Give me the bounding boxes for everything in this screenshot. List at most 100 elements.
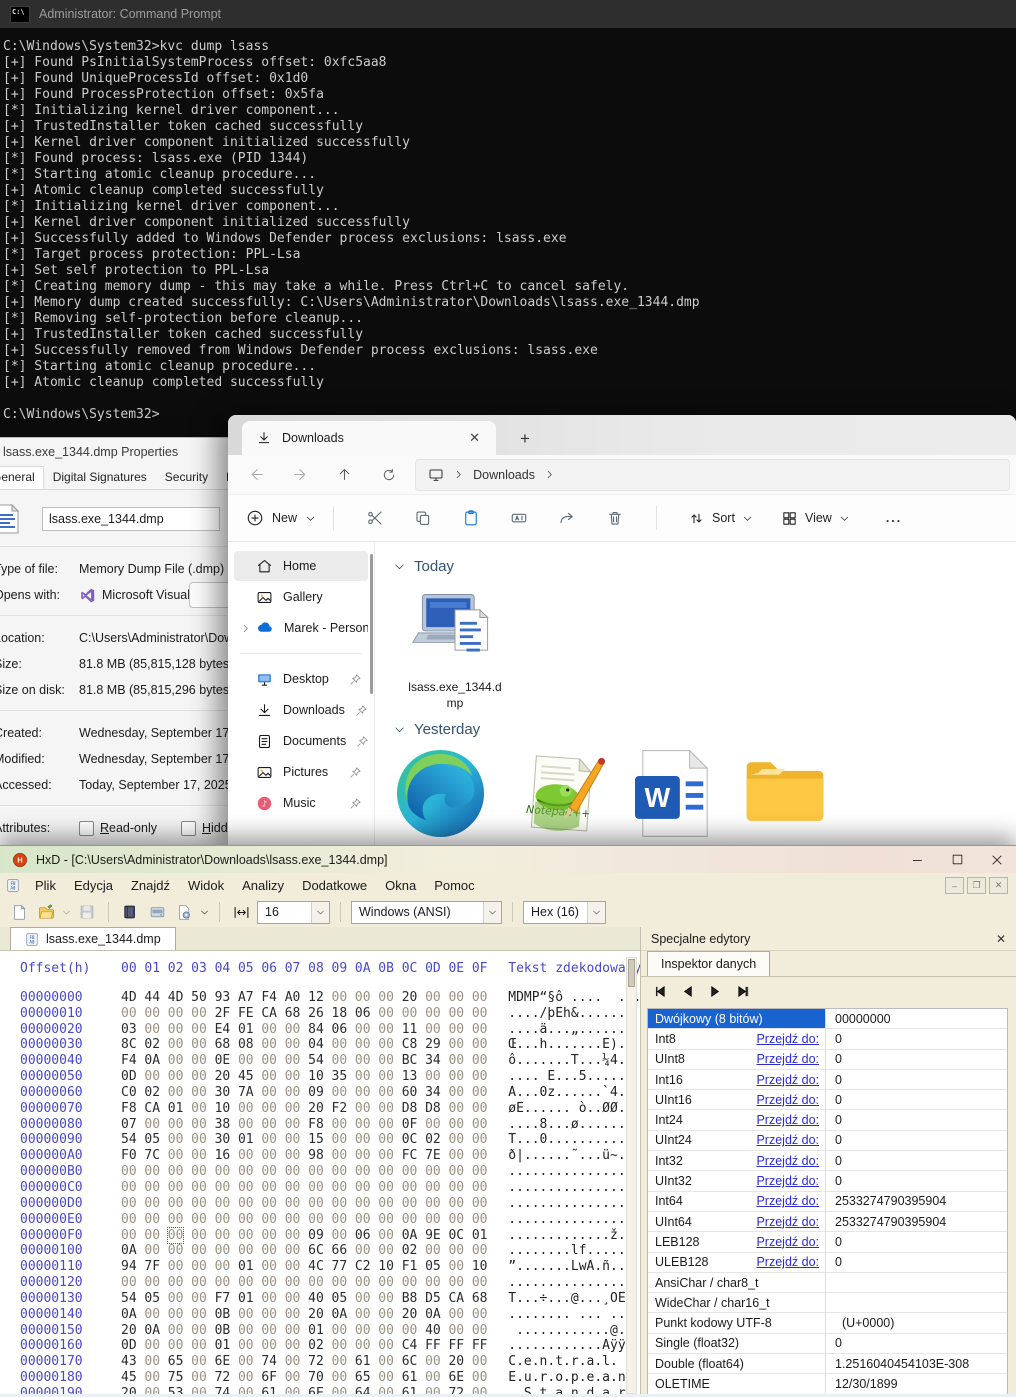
inspector-row-int32[interactable]: Int32Przejdź do:0 xyxy=(648,1151,1007,1171)
up-button[interactable] xyxy=(323,466,367,483)
inspector-value[interactable]: (U+0000) xyxy=(826,1316,894,1330)
hex-row-00000080[interactable]: 000000800700000038000000F80000000F000000… xyxy=(0,1117,640,1133)
menu-pomoc[interactable]: Pomoc xyxy=(425,875,483,896)
rename-button[interactable] xyxy=(495,509,543,527)
inspector-row-double-float64-[interactable]: Double (float64)1.2516040454103E-308 xyxy=(648,1354,1007,1374)
inspector-row-uint16[interactable]: UInt16Przejdź do:0 xyxy=(648,1090,1007,1110)
cut-button[interactable] xyxy=(351,509,399,527)
inspector-row-uint32[interactable]: UInt32Przejdź do:0 xyxy=(648,1171,1007,1191)
open-file-button[interactable] xyxy=(35,904,57,921)
sort-button[interactable]: Sort xyxy=(688,510,753,527)
goto-link[interactable]: Przejdź do: xyxy=(756,1113,825,1127)
inspector-row-dw-jkowy-8-bit-w-[interactable]: Dwójkowy (8 bitów)00000000 xyxy=(648,1009,1007,1029)
explorer-tab-downloads[interactable]: Downloads ✕ xyxy=(242,421,496,455)
hex-row-00000090[interactable]: 000000905405000030010000150000000C020000… xyxy=(0,1132,640,1148)
menu-edycja[interactable]: Edycja xyxy=(65,875,122,896)
book-button[interactable] xyxy=(119,904,141,920)
properties-tab-general[interactable]: General xyxy=(0,466,44,489)
hex-row-00000000[interactable]: 000000004D444D5093A7F4A01200000020000000… xyxy=(0,990,640,1006)
goto-link[interactable]: Przejdź do: xyxy=(756,1235,825,1249)
new-button[interactable]: New xyxy=(246,509,316,527)
hex-row-000000F0[interactable]: 000000F00000000000000000090006000A9E0C01… xyxy=(0,1228,640,1244)
hex-row-000000B0[interactable]: 000000B000000000000000000000000000000000… xyxy=(0,1164,640,1180)
prev-record-icon[interactable] xyxy=(681,985,694,998)
inspector-value[interactable]: 0 xyxy=(826,1073,842,1087)
inspector-value[interactable]: 0 xyxy=(826,1093,842,1107)
sidebar-item-marek-persona[interactable]: Marek - Persona xyxy=(234,613,368,643)
goto-link[interactable]: Przejdź do: xyxy=(756,1255,825,1269)
inspector-value[interactable]: 0 xyxy=(826,1052,842,1066)
menu-plik[interactable]: Plik xyxy=(26,875,65,896)
inspector-value[interactable]: 0 xyxy=(826,1336,842,1350)
close-icon[interactable] xyxy=(990,853,1004,867)
back-button[interactable] xyxy=(234,466,278,483)
inspector-value[interactable]: 0 xyxy=(826,1133,842,1147)
inspector-row-uint24[interactable]: UInt24Przejdź do:0 xyxy=(648,1131,1007,1151)
goto-link[interactable]: Przejdź do: xyxy=(756,1032,825,1046)
properties-tab-security[interactable]: Security xyxy=(156,466,217,489)
terminal-output[interactable]: C:\Windows\System32>kvc dump lsass[+] Fo… xyxy=(0,28,1016,423)
hex-row-00000050[interactable]: 000000500D000000204500001035000013000000… xyxy=(0,1069,640,1085)
file-word[interactable]: W xyxy=(635,746,713,841)
sidebar-item-gallery[interactable]: Gallery xyxy=(234,582,368,612)
dropdown-arrow-icon[interactable] xyxy=(200,908,209,917)
inspector-row-int64[interactable]: Int64Przejdź do:2533274790395904 xyxy=(648,1192,1007,1212)
encoding-select[interactable]: Windows (ANSI) xyxy=(351,901,502,924)
inspector-value[interactable]: 1.2516040454103E-308 xyxy=(826,1357,969,1371)
hex-row-000000A0[interactable]: 000000A0F07C00001600000098000000FC7E0000… xyxy=(0,1148,640,1164)
first-record-icon[interactable] xyxy=(653,985,666,998)
inspector-value[interactable]: 2533274790395904 xyxy=(826,1215,946,1229)
hex-scrollbar[interactable] xyxy=(626,957,637,1394)
new-file-button[interactable] xyxy=(8,904,30,921)
hex-row-00000060[interactable]: 00000060C0020000307A00000900000060340000… xyxy=(0,1085,640,1101)
sidebar-item-desktop[interactable]: Desktop xyxy=(234,664,368,694)
copy-button[interactable] xyxy=(399,509,447,527)
hex-row-000000C0[interactable]: 000000C000000000000000000000000000000000… xyxy=(0,1180,640,1196)
hex-row-00000040[interactable]: 00000040F40A00000E00000054000000BC340000… xyxy=(0,1053,640,1069)
save-button[interactable] xyxy=(76,904,98,920)
goto-link[interactable]: Przejdź do: xyxy=(756,1194,825,1208)
group-header-yesterday[interactable]: Yesterday xyxy=(393,721,1016,738)
inspector-row-widechar-char16-t[interactable]: WideChar / char16_t xyxy=(648,1293,1007,1313)
file-edge[interactable] xyxy=(393,746,488,841)
inspector-row-int8[interactable]: Int8Przejdź do:0 xyxy=(648,1029,1007,1049)
hex-row-00000110[interactable]: 00000110947F0000000100004C77C210F1050010… xyxy=(0,1259,640,1275)
hex-row-00000070[interactable]: 00000070F8CA01001000000020F20000D8D80000… xyxy=(0,1101,640,1117)
hxd-titlebar[interactable]: H HxD - [C:\Users\Administrator\Download… xyxy=(0,846,1016,873)
inspector-value[interactable]: 0 xyxy=(826,1154,842,1168)
inspector-value[interactable]: 0 xyxy=(826,1032,842,1046)
hex-row-00000130[interactable]: 0000013054050000F701000040050000B8D5CA68… xyxy=(0,1291,640,1307)
address-bar[interactable]: Downloads xyxy=(415,459,1010,491)
inspector-value[interactable]: 0 xyxy=(826,1113,842,1127)
refresh-button[interactable] xyxy=(367,467,411,483)
menu-widok[interactable]: Widok xyxy=(179,875,233,896)
inspector-value[interactable]: 12/30/1899 xyxy=(826,1377,898,1391)
paste-button[interactable] xyxy=(447,509,495,527)
hex-row-00000010[interactable]: 00000010000000002FFECA682618060000000000… xyxy=(0,1006,640,1022)
inspector-row-uleb128[interactable]: ULEB128Przejdź do:0 xyxy=(648,1253,1007,1273)
view-button[interactable]: View xyxy=(781,510,850,527)
file-notepadpp[interactable]: Notepad++ xyxy=(514,746,609,841)
hex-row-00000150[interactable]: 00000150200A00000B0000000100000000400000… xyxy=(0,1323,640,1339)
dropdown-arrow-icon[interactable] xyxy=(62,908,71,917)
hex-row-000000E0[interactable]: 000000E000000000000000000000000000000000… xyxy=(0,1212,640,1228)
breadcrumb[interactable]: Downloads xyxy=(473,468,535,482)
tab-close-icon[interactable]: ✕ xyxy=(463,430,486,446)
inspector-row-int16[interactable]: Int16Przejdź do:0 xyxy=(648,1070,1007,1090)
goto-link[interactable]: Przejdź do: xyxy=(756,1154,825,1168)
sidebar-scrollbar[interactable] xyxy=(370,554,373,694)
maximize-icon[interactable] xyxy=(951,853,964,866)
hex-row-00000030[interactable]: 000000308C0200006808000004000000C8290000… xyxy=(0,1037,640,1053)
inspector-value[interactable]: 0 xyxy=(826,1255,842,1269)
share-button[interactable] xyxy=(543,509,591,527)
inspector-row-uint64[interactable]: UInt64Przejdź do:2533274790395904 xyxy=(648,1212,1007,1232)
goto-link[interactable]: Przejdź do: xyxy=(756,1052,825,1066)
sidebar-item-downloads[interactable]: Downloads xyxy=(234,695,368,725)
filename-field[interactable]: lsass.exe_1344.dmp xyxy=(42,507,220,531)
sidebar-item-documents[interactable]: Documents xyxy=(234,726,368,756)
goto-link[interactable]: Przejdź do: xyxy=(756,1073,825,1087)
panel-close-icon[interactable]: ✕ xyxy=(996,932,1006,946)
hex-editor[interactable]: Offset(h)000102030405060708090A0B0C0D0E0… xyxy=(0,951,640,1397)
inspector-value[interactable]: 0 xyxy=(826,1174,842,1188)
hex-row-000000D0[interactable]: 000000D000000000000000000000000000000000… xyxy=(0,1196,640,1212)
